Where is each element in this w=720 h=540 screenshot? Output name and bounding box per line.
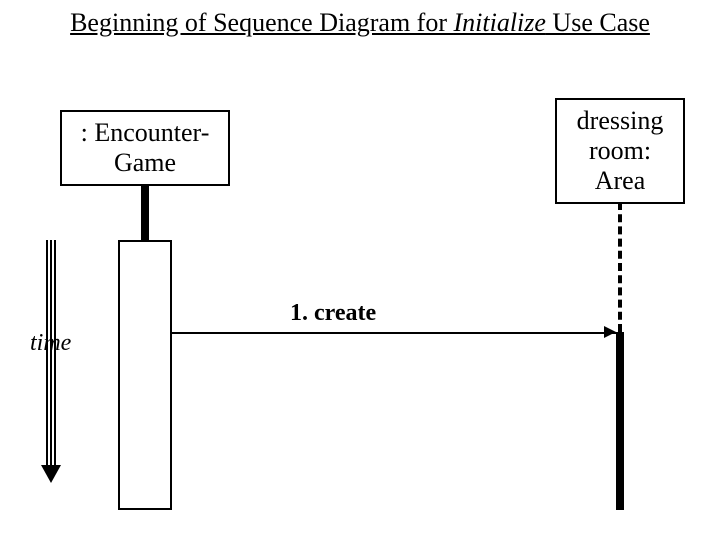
title-post: Use Case bbox=[546, 8, 650, 37]
activation-encounter bbox=[118, 240, 172, 510]
message-create-line bbox=[172, 332, 616, 334]
lifeline-encounter-top bbox=[141, 184, 149, 240]
message-create-arrowhead-icon bbox=[604, 326, 616, 338]
object-encounter-game: : Encounter- Game bbox=[60, 110, 230, 186]
object-dressing-room-area: dressing room: Area bbox=[555, 98, 685, 204]
sequence-diagram: Beginning of Sequence Diagram for Initia… bbox=[0, 0, 720, 540]
object-dressing-line3: Area bbox=[567, 166, 673, 196]
title-ital: Initialize bbox=[453, 8, 545, 37]
time-arrow-stem bbox=[50, 240, 52, 465]
object-encounter-line2: Game bbox=[72, 148, 218, 178]
object-dressing-line1: dressing bbox=[567, 106, 673, 136]
object-encounter-line1: : Encounter- bbox=[72, 118, 218, 148]
title-pre: Beginning of Sequence Diagram for bbox=[70, 8, 453, 37]
message-create-label: 1. create bbox=[290, 300, 376, 327]
lifeline-dressing-solid bbox=[616, 332, 624, 510]
diagram-title: Beginning of Sequence Diagram for Initia… bbox=[0, 8, 720, 38]
lifeline-dressing-dashed bbox=[618, 202, 622, 332]
time-arrow-head-icon bbox=[41, 465, 61, 483]
object-dressing-line2: room: bbox=[567, 136, 673, 166]
